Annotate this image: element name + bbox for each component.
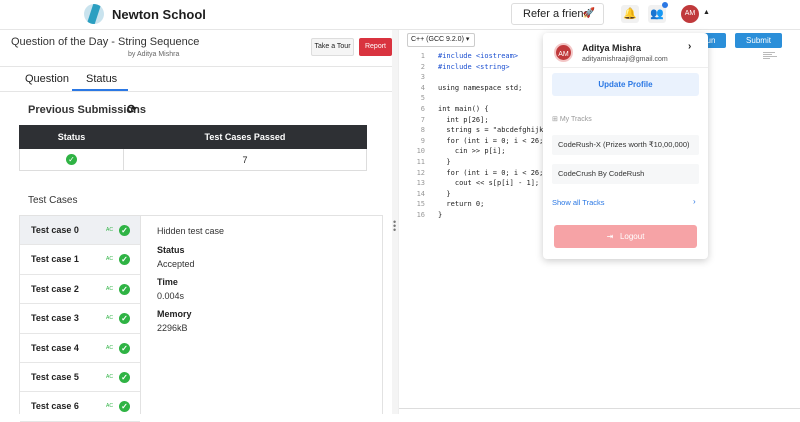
- check-icon: ✓: [119, 225, 130, 236]
- status-cell: ✓: [19, 148, 124, 171]
- tab-question[interactable]: Question: [25, 73, 69, 85]
- take-tour-button[interactable]: Take a Tour: [311, 38, 354, 56]
- language-value: C++ (GCC 9.2.0): [411, 36, 464, 43]
- test-case-label: Test case 0: [31, 225, 79, 235]
- language-select[interactable]: C++ (GCC 9.2.0) ▾: [407, 33, 475, 47]
- update-profile-button[interactable]: Update Profile: [552, 73, 699, 96]
- divider: [543, 67, 708, 68]
- report-button[interactable]: Report: [359, 38, 392, 56]
- logout-icon: ⇥: [606, 232, 614, 241]
- list-item[interactable]: Test case 6 AC ✓: [20, 392, 140, 422]
- logout-button[interactable]: ⇥ Logout: [554, 225, 697, 248]
- status-value: Accepted: [157, 259, 195, 269]
- notification-dot: [662, 2, 668, 8]
- time-label: Time: [157, 277, 178, 287]
- test-case-label: Test case 6: [31, 401, 79, 412]
- my-tracks-heading: ⊞ My Tracks: [552, 116, 592, 123]
- ac-badge: AC: [106, 285, 113, 292]
- logout-label: Logout: [619, 232, 645, 241]
- check-icon: ✓: [119, 254, 130, 266]
- drag-handle-icon[interactable]: • • •: [393, 218, 396, 235]
- divider: [399, 408, 800, 409]
- top-navbar: Newton School Refer a friend 🚀 🔔 👥 AM ▲: [0, 0, 800, 30]
- check-icon: ✓: [119, 371, 130, 383]
- brand-name[interactable]: Newton School: [112, 7, 206, 22]
- check-icon: ✓: [119, 401, 130, 413]
- question-panel: Question of the Day - String Sequence by…: [0, 30, 392, 422]
- avatar: AM: [554, 43, 573, 62]
- newton-logo-icon[interactable]: [84, 4, 104, 24]
- divider: [0, 66, 392, 67]
- list-item[interactable]: Test case 1 AC ✓: [20, 245, 140, 275]
- memory-label: Memory: [157, 309, 192, 319]
- test-case-list: Test case 0 AC ✓ Test case 1 AC ✓ Test case …: [19, 215, 141, 422]
- list-item[interactable]: Test case 3 AC ✓: [20, 304, 140, 334]
- track-item[interactable]: CodeCrush By CodeRush: [552, 164, 699, 184]
- tab-status[interactable]: Status: [86, 73, 117, 85]
- ac-badge: AC: [106, 403, 113, 410]
- chevron-right-icon[interactable]: ›: [688, 41, 691, 52]
- submissions-table: Status Test Cases Passed ✓ 7: [19, 125, 367, 171]
- passed-cell: 7: [123, 148, 367, 171]
- submit-button[interactable]: Submit: [735, 33, 782, 48]
- test-case-label: Test case 2: [31, 283, 79, 294]
- check-icon: ✓: [119, 342, 130, 354]
- divider: [0, 91, 392, 92]
- ac-badge: AC: [106, 373, 113, 380]
- profile-dropdown: AM Aditya Mishra adityamishraaji@gmail.c…: [543, 33, 708, 259]
- list-item[interactable]: Test case 2 AC ✓: [20, 275, 140, 305]
- test-case-label: Test case 1: [31, 254, 79, 265]
- test-case-label: Test case 3: [31, 313, 79, 324]
- column-header-status: Status: [19, 125, 124, 149]
- profile-email: adityamishraaji@gmail.com: [582, 56, 668, 63]
- time-value: 0.004s: [157, 291, 185, 301]
- memory-value: 2296kB: [157, 323, 188, 333]
- hidden-test-case-text: Hidden test case: [157, 226, 225, 236]
- refer-label: Refer a friend: [523, 8, 590, 20]
- check-icon: ✓: [66, 154, 77, 165]
- list-item[interactable]: Test case 5 AC ✓: [20, 363, 140, 393]
- column-header-tests-passed: Test Cases Passed: [123, 125, 367, 149]
- track-item[interactable]: CodeRush-X (Prizes worth ₹10,00,000): [552, 135, 699, 155]
- ac-badge: AC: [106, 256, 113, 263]
- list-item[interactable]: Test case 4 AC ✓: [20, 334, 140, 363]
- question-title: Question of the Day - String Sequence: [11, 36, 200, 48]
- test-case-label: Test case 5: [31, 371, 79, 382]
- test-cases-heading: Test Cases: [28, 195, 78, 206]
- ac-badge: AC: [106, 344, 113, 351]
- caret-down-icon[interactable]: ▲: [703, 9, 710, 16]
- refer-friend-button[interactable]: Refer a friend 🚀: [511, 3, 604, 25]
- status-label: Status: [157, 245, 185, 255]
- ac-badge: AC: [106, 315, 113, 322]
- bell-icon[interactable]: 🔔: [621, 5, 639, 23]
- avatar[interactable]: AM: [681, 5, 699, 23]
- check-icon: ✓: [119, 313, 130, 325]
- test-case-label: Test case 4: [31, 342, 79, 353]
- question-author: by Aditya Mishra: [128, 51, 180, 58]
- refresh-icon[interactable]: ⟳: [127, 102, 137, 116]
- table-row[interactable]: ✓ 7: [19, 148, 367, 171]
- chevron-right-icon[interactable]: ›: [693, 197, 696, 206]
- list-item[interactable]: Test case 0 AC ✓: [20, 216, 140, 246]
- check-icon: ✓: [119, 283, 130, 295]
- profile-name[interactable]: Aditya Mishra: [582, 43, 641, 53]
- code-minimap[interactable]: [763, 52, 779, 64]
- show-all-tracks-link[interactable]: Show all Tracks: [552, 198, 605, 207]
- rocket-icon: 🚀: [582, 8, 595, 19]
- test-case-detail: Hidden test case Status Accepted Time 0.…: [141, 215, 383, 414]
- ac-badge: AC: [106, 227, 113, 233]
